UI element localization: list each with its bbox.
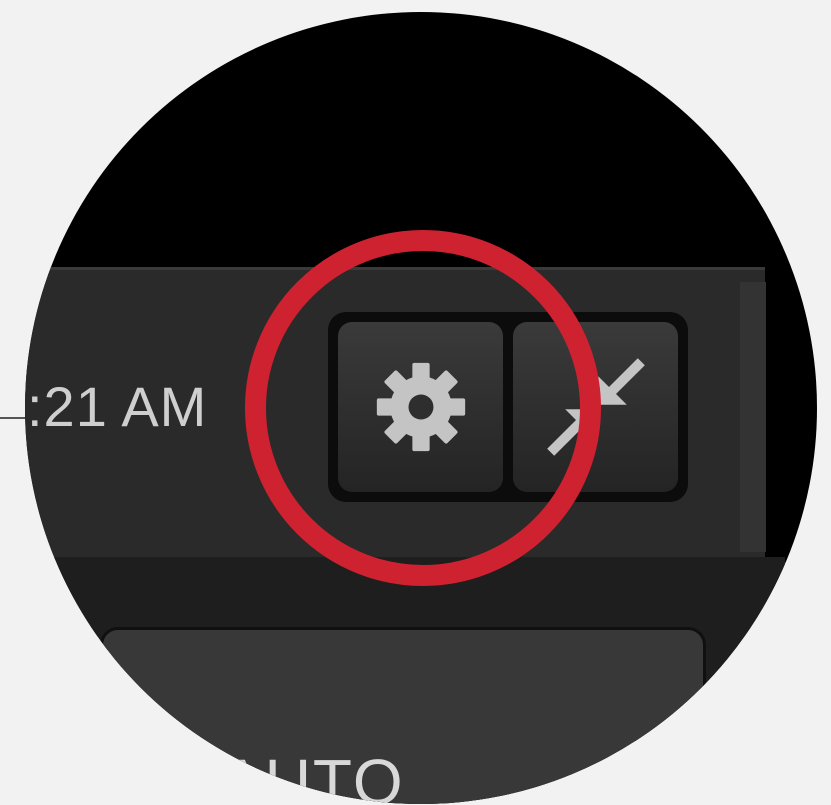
zoom-lens: :21 AM AUTO (25, 12, 817, 804)
clock-time: :21 AM (27, 375, 208, 438)
collapse-arrows-icon (546, 358, 645, 456)
settings-button[interactable] (338, 322, 503, 492)
gear-icon (376, 362, 465, 452)
auto-mode-label: AUTO (220, 746, 405, 804)
toolbar-button-group (328, 312, 688, 502)
collapse-button[interactable] (513, 322, 678, 492)
toolbar-edge (740, 282, 766, 552)
